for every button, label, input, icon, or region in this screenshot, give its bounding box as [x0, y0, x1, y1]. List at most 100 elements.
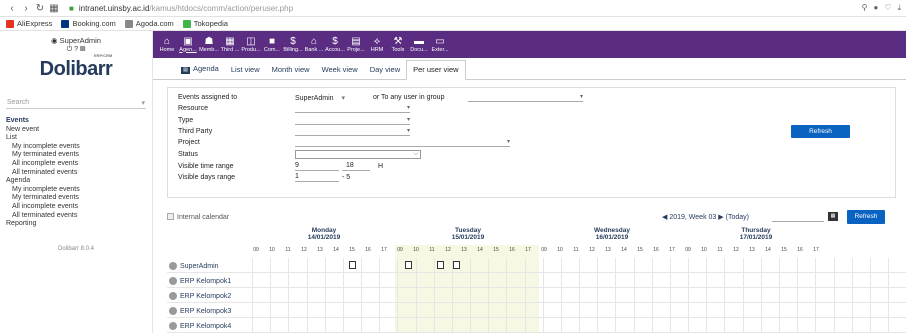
time-cell[interactable]	[270, 258, 288, 273]
time-cell[interactable]	[524, 258, 543, 273]
time-cell[interactable]	[633, 318, 652, 333]
time-cell[interactable]	[615, 288, 633, 303]
time-cell[interactable]	[361, 273, 379, 288]
time-cell[interactable]	[597, 273, 615, 288]
top-menu-item[interactable]: ☗ Memb...	[199, 31, 219, 58]
time-cell[interactable]	[433, 273, 452, 288]
user-name[interactable]: ◉ SuperAdmin	[0, 36, 152, 45]
time-cell[interactable]	[470, 303, 488, 318]
help-icon[interactable]: ?	[74, 46, 78, 53]
time-cell[interactable]	[669, 258, 688, 273]
next-week-icon[interactable]: ▶	[718, 214, 723, 221]
top-menu-item[interactable]: $ Billing...	[283, 31, 303, 58]
time-cell[interactable]	[651, 303, 670, 318]
time-cell[interactable]	[778, 273, 797, 288]
time-cell[interactable]	[760, 303, 779, 318]
time-cell[interactable]	[361, 303, 379, 318]
time-cell[interactable]	[597, 318, 615, 333]
group-select[interactable]: ▾	[468, 93, 583, 102]
time-cell[interactable]	[760, 273, 779, 288]
time-cell[interactable]	[379, 318, 397, 333]
time-cell[interactable]	[869, 318, 888, 333]
top-menu-item[interactable]: ⚒ Tools	[388, 31, 408, 58]
refresh-button[interactable]: Refresh	[791, 125, 850, 138]
time-cell[interactable]	[706, 288, 724, 303]
time-cell[interactable]	[797, 258, 815, 273]
time-cell[interactable]	[815, 273, 833, 288]
bookmark-agoda[interactable]: Agoda.com	[124, 19, 174, 28]
time-cell[interactable]	[488, 273, 506, 288]
time-cell[interactable]	[270, 318, 288, 333]
time-cell[interactable]	[669, 288, 688, 303]
time-cell[interactable]	[778, 288, 797, 303]
time-cell[interactable]	[851, 288, 870, 303]
time-cell[interactable]	[724, 318, 742, 333]
event-marker[interactable]	[405, 261, 412, 269]
time-cell[interactable]	[778, 318, 797, 333]
time-cell[interactable]	[270, 273, 288, 288]
menu-item[interactable]: All terminated events	[6, 169, 152, 178]
search-select[interactable]: Search ▾	[6, 97, 146, 109]
time-cell[interactable]	[288, 318, 306, 333]
tab-day-view[interactable]: Day view	[364, 65, 406, 79]
time-cell[interactable]	[651, 318, 670, 333]
top-menu-item[interactable]: ⟡ HRM	[367, 31, 387, 58]
top-menu-item[interactable]: ◫ Produ...	[241, 31, 261, 58]
time-cell[interactable]	[488, 303, 506, 318]
time-cell[interactable]	[615, 273, 633, 288]
time-cell[interactable]	[579, 288, 597, 303]
time-cell[interactable]	[869, 303, 888, 318]
top-menu-item[interactable]: ⌂ Bank ...	[304, 31, 324, 58]
time-cell[interactable]	[324, 288, 343, 303]
time-cell[interactable]	[415, 303, 434, 318]
menu-item[interactable]: My terminated events	[6, 194, 152, 203]
time-cell[interactable]	[324, 258, 343, 273]
time-cell[interactable]	[724, 258, 742, 273]
time-cell[interactable]	[888, 258, 906, 273]
time-cell[interactable]	[306, 288, 325, 303]
checkbox[interactable]	[167, 213, 174, 220]
time-cell[interactable]	[270, 303, 288, 318]
time-cell[interactable]	[506, 273, 524, 288]
time-cell[interactable]	[833, 258, 852, 273]
time-cell[interactable]	[597, 258, 615, 273]
time-cell[interactable]	[888, 273, 906, 288]
top-menu-item[interactable]: ▭ Exter...	[430, 31, 450, 58]
time-cell[interactable]	[288, 303, 306, 318]
date-input[interactable]	[772, 214, 824, 222]
time-cell[interactable]	[542, 318, 561, 333]
days-from-input[interactable]: 1	[295, 173, 339, 182]
time-cell[interactable]	[470, 318, 488, 333]
time-cell[interactable]	[760, 288, 779, 303]
time-cell[interactable]	[506, 288, 524, 303]
time-cell[interactable]	[415, 273, 434, 288]
apps-icon[interactable]: ▦	[47, 3, 61, 14]
prev-week-icon[interactable]: ◀	[662, 214, 667, 221]
time-cell[interactable]	[815, 288, 833, 303]
time-to-input[interactable]: 18	[342, 162, 370, 171]
calendar-refresh-button[interactable]: Refresh	[847, 210, 885, 224]
time-cell[interactable]	[270, 288, 288, 303]
user-row-name[interactable]: ERP Kelompok1	[169, 277, 231, 285]
top-menu-item[interactable]: ▦ Third ...	[220, 31, 240, 58]
dolibarr-logo[interactable]: ERP/CRM Dolibarr	[40, 53, 113, 81]
forward-icon[interactable]: ›	[19, 3, 33, 14]
time-cell[interactable]	[688, 318, 706, 333]
time-cell[interactable]	[451, 288, 470, 303]
time-cell[interactable]	[415, 288, 434, 303]
time-cell[interactable]	[669, 318, 688, 333]
time-cell[interactable]	[815, 258, 833, 273]
user-row-name[interactable]: ERP Kelompok2	[169, 292, 231, 300]
time-cell[interactable]	[506, 318, 524, 333]
time-cell[interactable]	[742, 318, 761, 333]
time-cell[interactable]	[851, 273, 870, 288]
time-cell[interactable]	[324, 273, 343, 288]
time-cell[interactable]	[869, 273, 888, 288]
time-cell[interactable]	[397, 273, 415, 288]
menu-item[interactable]: All incomplete events	[6, 203, 152, 212]
top-menu-item[interactable]: $ Accou...	[325, 31, 345, 58]
time-cell[interactable]	[361, 258, 379, 273]
time-cell[interactable]	[306, 258, 325, 273]
time-cell[interactable]	[288, 288, 306, 303]
top-menu-item[interactable]: ⌂ Home	[157, 31, 177, 58]
